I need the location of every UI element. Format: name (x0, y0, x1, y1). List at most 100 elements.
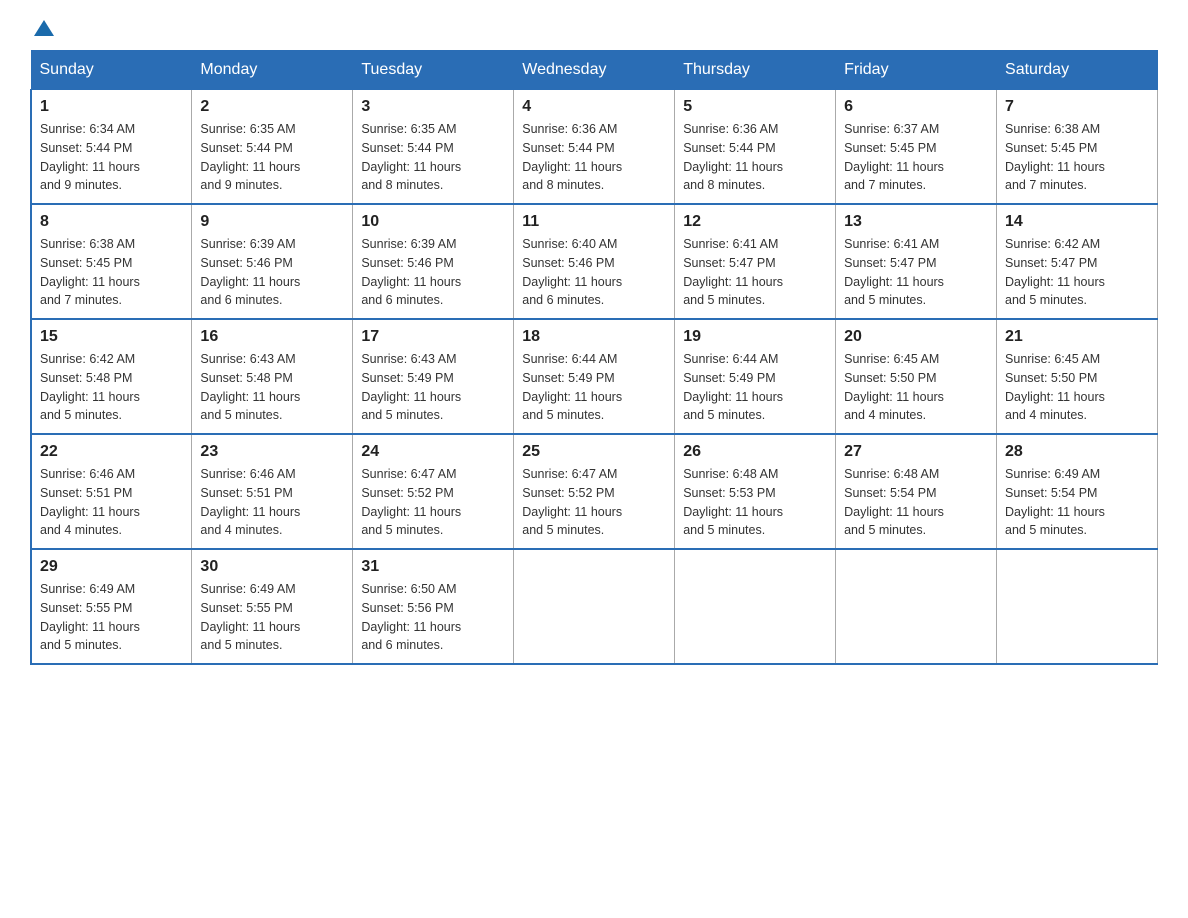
day-info: Sunrise: 6:48 AM Sunset: 5:54 PM Dayligh… (844, 465, 988, 540)
calendar-cell: 6 Sunrise: 6:37 AM Sunset: 5:45 PM Dayli… (836, 90, 997, 205)
calendar-cell: 18 Sunrise: 6:44 AM Sunset: 5:49 PM Dayl… (514, 319, 675, 434)
calendar-cell: 26 Sunrise: 6:48 AM Sunset: 5:53 PM Dayl… (675, 434, 836, 549)
calendar-cell: 7 Sunrise: 6:38 AM Sunset: 5:45 PM Dayli… (997, 90, 1158, 205)
day-number: 12 (683, 213, 827, 231)
day-info: Sunrise: 6:36 AM Sunset: 5:44 PM Dayligh… (522, 120, 666, 195)
day-info: Sunrise: 6:45 AM Sunset: 5:50 PM Dayligh… (844, 350, 988, 425)
calendar-cell: 3 Sunrise: 6:35 AM Sunset: 5:44 PM Dayli… (353, 90, 514, 205)
day-info: Sunrise: 6:38 AM Sunset: 5:45 PM Dayligh… (40, 235, 183, 310)
day-info: Sunrise: 6:45 AM Sunset: 5:50 PM Dayligh… (1005, 350, 1149, 425)
calendar-week-row: 29 Sunrise: 6:49 AM Sunset: 5:55 PM Dayl… (31, 549, 1158, 664)
column-header-thursday: Thursday (675, 51, 836, 90)
calendar-cell: 27 Sunrise: 6:48 AM Sunset: 5:54 PM Dayl… (836, 434, 997, 549)
day-number: 21 (1005, 328, 1149, 346)
logo (30, 20, 54, 30)
calendar-cell: 16 Sunrise: 6:43 AM Sunset: 5:48 PM Dayl… (192, 319, 353, 434)
calendar-cell: 11 Sunrise: 6:40 AM Sunset: 5:46 PM Dayl… (514, 204, 675, 319)
day-number: 20 (844, 328, 988, 346)
day-info: Sunrise: 6:47 AM Sunset: 5:52 PM Dayligh… (361, 465, 505, 540)
column-header-monday: Monday (192, 51, 353, 90)
day-info: Sunrise: 6:44 AM Sunset: 5:49 PM Dayligh… (683, 350, 827, 425)
calendar-cell (514, 549, 675, 664)
calendar-cell: 17 Sunrise: 6:43 AM Sunset: 5:49 PM Dayl… (353, 319, 514, 434)
day-number: 5 (683, 98, 827, 116)
calendar-cell (997, 549, 1158, 664)
logo-triangle-icon (34, 20, 54, 36)
calendar-cell: 2 Sunrise: 6:35 AM Sunset: 5:44 PM Dayli… (192, 90, 353, 205)
column-header-wednesday: Wednesday (514, 51, 675, 90)
day-number: 6 (844, 98, 988, 116)
day-info: Sunrise: 6:39 AM Sunset: 5:46 PM Dayligh… (200, 235, 344, 310)
calendar-cell: 21 Sunrise: 6:45 AM Sunset: 5:50 PM Dayl… (997, 319, 1158, 434)
day-number: 8 (40, 213, 183, 231)
day-info: Sunrise: 6:35 AM Sunset: 5:44 PM Dayligh… (200, 120, 344, 195)
day-number: 19 (683, 328, 827, 346)
day-info: Sunrise: 6:49 AM Sunset: 5:54 PM Dayligh… (1005, 465, 1149, 540)
calendar-cell: 9 Sunrise: 6:39 AM Sunset: 5:46 PM Dayli… (192, 204, 353, 319)
day-number: 3 (361, 98, 505, 116)
day-number: 4 (522, 98, 666, 116)
day-info: Sunrise: 6:41 AM Sunset: 5:47 PM Dayligh… (844, 235, 988, 310)
calendar-cell: 8 Sunrise: 6:38 AM Sunset: 5:45 PM Dayli… (31, 204, 192, 319)
day-number: 31 (361, 558, 505, 576)
calendar-cell: 23 Sunrise: 6:46 AM Sunset: 5:51 PM Dayl… (192, 434, 353, 549)
calendar-header-row: SundayMondayTuesdayWednesdayThursdayFrid… (31, 51, 1158, 90)
calendar-cell: 28 Sunrise: 6:49 AM Sunset: 5:54 PM Dayl… (997, 434, 1158, 549)
day-info: Sunrise: 6:36 AM Sunset: 5:44 PM Dayligh… (683, 120, 827, 195)
column-header-tuesday: Tuesday (353, 51, 514, 90)
day-number: 29 (40, 558, 183, 576)
calendar-week-row: 22 Sunrise: 6:46 AM Sunset: 5:51 PM Dayl… (31, 434, 1158, 549)
day-number: 25 (522, 443, 666, 461)
column-header-friday: Friday (836, 51, 997, 90)
calendar-cell: 10 Sunrise: 6:39 AM Sunset: 5:46 PM Dayl… (353, 204, 514, 319)
day-number: 9 (200, 213, 344, 231)
calendar-cell: 5 Sunrise: 6:36 AM Sunset: 5:44 PM Dayli… (675, 90, 836, 205)
day-info: Sunrise: 6:46 AM Sunset: 5:51 PM Dayligh… (200, 465, 344, 540)
day-info: Sunrise: 6:42 AM Sunset: 5:48 PM Dayligh… (40, 350, 183, 425)
calendar-cell: 30 Sunrise: 6:49 AM Sunset: 5:55 PM Dayl… (192, 549, 353, 664)
day-info: Sunrise: 6:40 AM Sunset: 5:46 PM Dayligh… (522, 235, 666, 310)
calendar-cell: 29 Sunrise: 6:49 AM Sunset: 5:55 PM Dayl… (31, 549, 192, 664)
day-number: 23 (200, 443, 344, 461)
calendar-cell: 22 Sunrise: 6:46 AM Sunset: 5:51 PM Dayl… (31, 434, 192, 549)
calendar-cell: 24 Sunrise: 6:47 AM Sunset: 5:52 PM Dayl… (353, 434, 514, 549)
calendar-cell: 14 Sunrise: 6:42 AM Sunset: 5:47 PM Dayl… (997, 204, 1158, 319)
day-info: Sunrise: 6:35 AM Sunset: 5:44 PM Dayligh… (361, 120, 505, 195)
day-info: Sunrise: 6:43 AM Sunset: 5:49 PM Dayligh… (361, 350, 505, 425)
calendar-week-row: 8 Sunrise: 6:38 AM Sunset: 5:45 PM Dayli… (31, 204, 1158, 319)
day-number: 10 (361, 213, 505, 231)
day-info: Sunrise: 6:42 AM Sunset: 5:47 PM Dayligh… (1005, 235, 1149, 310)
calendar-week-row: 15 Sunrise: 6:42 AM Sunset: 5:48 PM Dayl… (31, 319, 1158, 434)
calendar-cell: 4 Sunrise: 6:36 AM Sunset: 5:44 PM Dayli… (514, 90, 675, 205)
calendar-week-row: 1 Sunrise: 6:34 AM Sunset: 5:44 PM Dayli… (31, 90, 1158, 205)
calendar-cell: 25 Sunrise: 6:47 AM Sunset: 5:52 PM Dayl… (514, 434, 675, 549)
day-info: Sunrise: 6:49 AM Sunset: 5:55 PM Dayligh… (40, 580, 183, 655)
calendar-cell: 15 Sunrise: 6:42 AM Sunset: 5:48 PM Dayl… (31, 319, 192, 434)
day-number: 22 (40, 443, 183, 461)
day-info: Sunrise: 6:34 AM Sunset: 5:44 PM Dayligh… (40, 120, 183, 195)
column-header-saturday: Saturday (997, 51, 1158, 90)
day-info: Sunrise: 6:41 AM Sunset: 5:47 PM Dayligh… (683, 235, 827, 310)
calendar-cell: 13 Sunrise: 6:41 AM Sunset: 5:47 PM Dayl… (836, 204, 997, 319)
day-info: Sunrise: 6:49 AM Sunset: 5:55 PM Dayligh… (200, 580, 344, 655)
day-number: 13 (844, 213, 988, 231)
day-info: Sunrise: 6:43 AM Sunset: 5:48 PM Dayligh… (200, 350, 344, 425)
day-info: Sunrise: 6:50 AM Sunset: 5:56 PM Dayligh… (361, 580, 505, 655)
calendar-cell: 1 Sunrise: 6:34 AM Sunset: 5:44 PM Dayli… (31, 90, 192, 205)
column-header-sunday: Sunday (31, 51, 192, 90)
day-number: 24 (361, 443, 505, 461)
logo-text (30, 20, 54, 34)
day-number: 30 (200, 558, 344, 576)
day-number: 15 (40, 328, 183, 346)
day-info: Sunrise: 6:46 AM Sunset: 5:51 PM Dayligh… (40, 465, 183, 540)
calendar-cell: 19 Sunrise: 6:44 AM Sunset: 5:49 PM Dayl… (675, 319, 836, 434)
day-info: Sunrise: 6:38 AM Sunset: 5:45 PM Dayligh… (1005, 120, 1149, 195)
day-number: 28 (1005, 443, 1149, 461)
page-header (30, 20, 1158, 30)
day-number: 16 (200, 328, 344, 346)
calendar-cell: 12 Sunrise: 6:41 AM Sunset: 5:47 PM Dayl… (675, 204, 836, 319)
day-info: Sunrise: 6:44 AM Sunset: 5:49 PM Dayligh… (522, 350, 666, 425)
day-number: 17 (361, 328, 505, 346)
day-number: 7 (1005, 98, 1149, 116)
day-info: Sunrise: 6:47 AM Sunset: 5:52 PM Dayligh… (522, 465, 666, 540)
